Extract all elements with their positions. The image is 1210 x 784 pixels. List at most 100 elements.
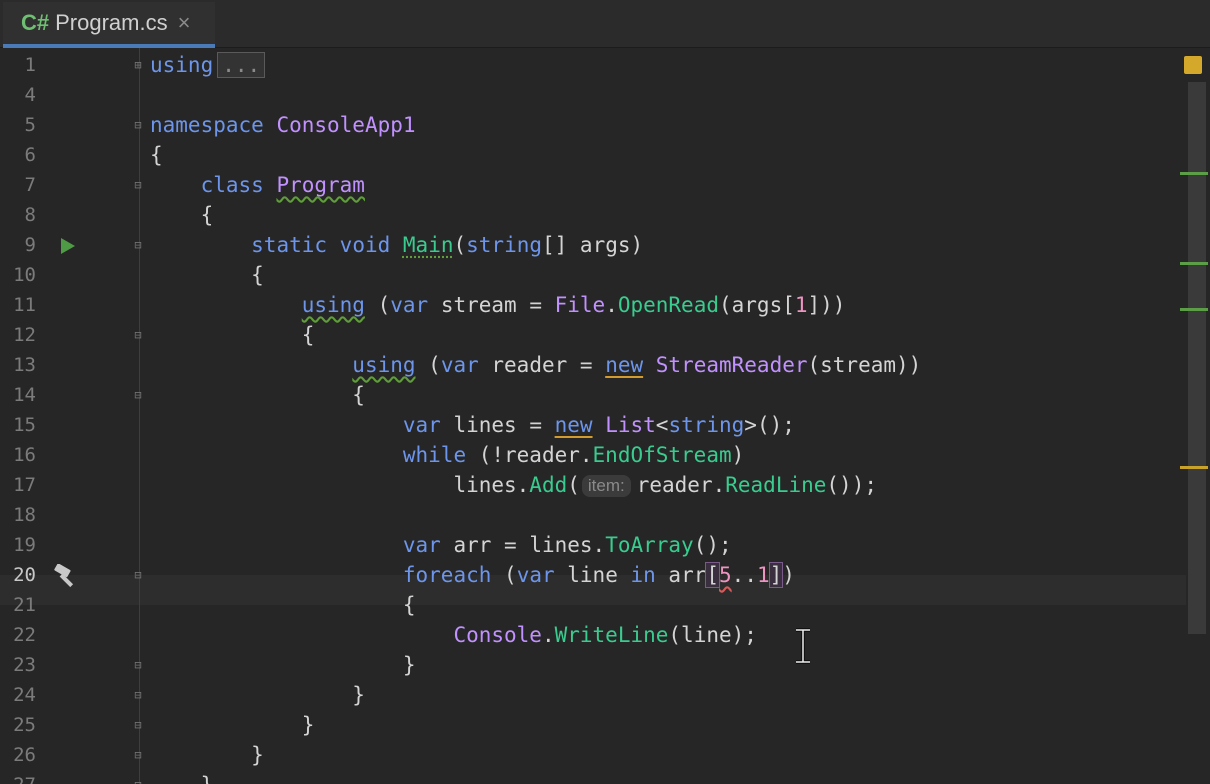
line-number: 8 (24, 204, 36, 226)
class-name: List (605, 413, 656, 437)
fold-collapse-icon[interactable]: ⊟ (131, 118, 145, 132)
line-number: 19 (13, 534, 36, 556)
code-line: 20 ⊟ foreach (var line in arr[5..1]) (0, 560, 1186, 590)
keyword: in (630, 563, 656, 587)
code-line: 7 ⊟ class Program (0, 170, 1186, 200)
punctuation: < (655, 413, 669, 437)
line-number: 12 (13, 324, 36, 346)
range-operator: .. (731, 563, 757, 587)
punctuation: . (541, 623, 555, 647)
fold-end-icon[interactable]: ⊟ (131, 658, 145, 672)
fold-end-icon[interactable]: ⊟ (131, 718, 145, 732)
line-number: 17 (13, 474, 36, 496)
code-text: (args[ (719, 293, 795, 317)
close-icon[interactable]: × (178, 10, 191, 36)
change-marker[interactable] (1180, 308, 1208, 311)
keyword: using (301, 293, 365, 317)
code-text: ( (364, 293, 391, 317)
run-icon[interactable] (60, 237, 76, 255)
code-text: reader. (636, 473, 726, 497)
fold-end-icon[interactable]: ⊟ (131, 778, 145, 784)
fold-collapse-icon[interactable]: ⊟ (131, 178, 145, 192)
keyword: string (668, 413, 745, 437)
code-text: >(); (744, 413, 795, 437)
line-number: 24 (13, 684, 36, 706)
code-line: 23 ⊟ } (0, 650, 1186, 680)
brace: } (251, 743, 264, 767)
keyword: using (352, 353, 416, 377)
keyword: var (402, 533, 441, 557)
bracket-match: [ (705, 562, 720, 588)
code-line: 6 { (0, 140, 1186, 170)
keyword: void (339, 233, 391, 257)
brace: } (352, 683, 365, 707)
fold-collapse-icon[interactable]: ⊟ (131, 568, 145, 582)
code-line: 19 var arr = lines.ToArray(); (0, 530, 1186, 560)
line-number: 16 (13, 444, 36, 466)
code-text: (!reader. (466, 443, 593, 467)
code-line: 14 ⊟ { (0, 380, 1186, 410)
code-line: 4 (0, 80, 1186, 110)
line-number: 6 (24, 144, 36, 166)
keyword: new (605, 353, 644, 377)
warning-marker[interactable] (1180, 466, 1208, 469)
code-text: line (554, 563, 631, 587)
vertical-scrollbar[interactable] (1188, 82, 1206, 634)
brace: { (301, 323, 315, 347)
code-line: 13 using (var reader = new StreamReader(… (0, 350, 1186, 380)
tab-program-cs[interactable]: C# Program.cs × (3, 2, 215, 48)
code-text: reader = (478, 353, 606, 377)
code-text: stream = (428, 293, 555, 317)
fold-collapse-icon[interactable]: ⊟ (131, 328, 145, 342)
code-text: lines = (440, 413, 555, 437)
keyword: static (251, 233, 328, 257)
code-line: 17 lines.Add(item: reader.ReadLine()); (0, 470, 1186, 500)
fold-expand-icon[interactable]: ⊞ (131, 58, 145, 72)
code-text: arr = lines. (440, 533, 606, 557)
code-line: 26 ⊟ } (0, 740, 1186, 770)
code-line: 15 var lines = new List<string>(); (0, 410, 1186, 440)
keyword: var (402, 413, 441, 437)
hammer-icon[interactable] (52, 564, 82, 588)
keyword: var (390, 293, 429, 317)
code-text: lines. (453, 473, 530, 497)
brace: } (402, 653, 416, 677)
method-name: OpenRead (617, 293, 719, 317)
tab-label: Program.cs (55, 10, 168, 35)
code-line: 16 while (!reader.EndOfStream) (0, 440, 1186, 470)
change-marker[interactable] (1180, 172, 1208, 175)
method-name: Main (402, 233, 454, 257)
line-number: 13 (13, 354, 36, 376)
line-number: 5 (24, 114, 36, 136)
code-editor[interactable]: 1 ⊞ using... 4 5 ⊟ namespace ConsoleApp1… (0, 48, 1210, 784)
line-number: 1 (24, 54, 36, 76)
brace: { (150, 143, 163, 167)
number-literal: 5 (719, 563, 732, 587)
punctuation: . (605, 293, 618, 317)
code-line: 8 { (0, 200, 1186, 230)
line-number: 20 (13, 564, 36, 586)
code-line: 12 ⊟ { (0, 320, 1186, 350)
collapsed-region[interactable]: ... (217, 52, 266, 78)
line-number: 7 (24, 174, 36, 196)
fold-end-icon[interactable]: ⊟ (131, 688, 145, 702)
keyword: namespace (150, 113, 264, 137)
fold-collapse-icon[interactable]: ⊟ (131, 238, 145, 252)
line-number: 26 (13, 744, 36, 766)
line-number: 27 (0, 770, 36, 784)
change-marker[interactable] (1180, 262, 1208, 265)
line-number: 22 (13, 624, 36, 646)
inspection-status-icon[interactable] (1184, 56, 1202, 74)
code-text: ])) (807, 293, 846, 317)
line-number: 4 (24, 84, 36, 106)
code-line: 25 ⊟ } (0, 710, 1186, 740)
brace: { (352, 383, 365, 407)
line-number: 25 (13, 714, 36, 736)
code-text: (); (693, 533, 732, 557)
brace: } (301, 713, 315, 737)
code-line: 24 ⊟ } (0, 680, 1186, 710)
code-text: ( (415, 353, 441, 377)
fold-collapse-icon[interactable]: ⊟ (131, 388, 145, 402)
line-number: 9 (24, 234, 36, 256)
fold-end-icon[interactable]: ⊟ (131, 748, 145, 762)
